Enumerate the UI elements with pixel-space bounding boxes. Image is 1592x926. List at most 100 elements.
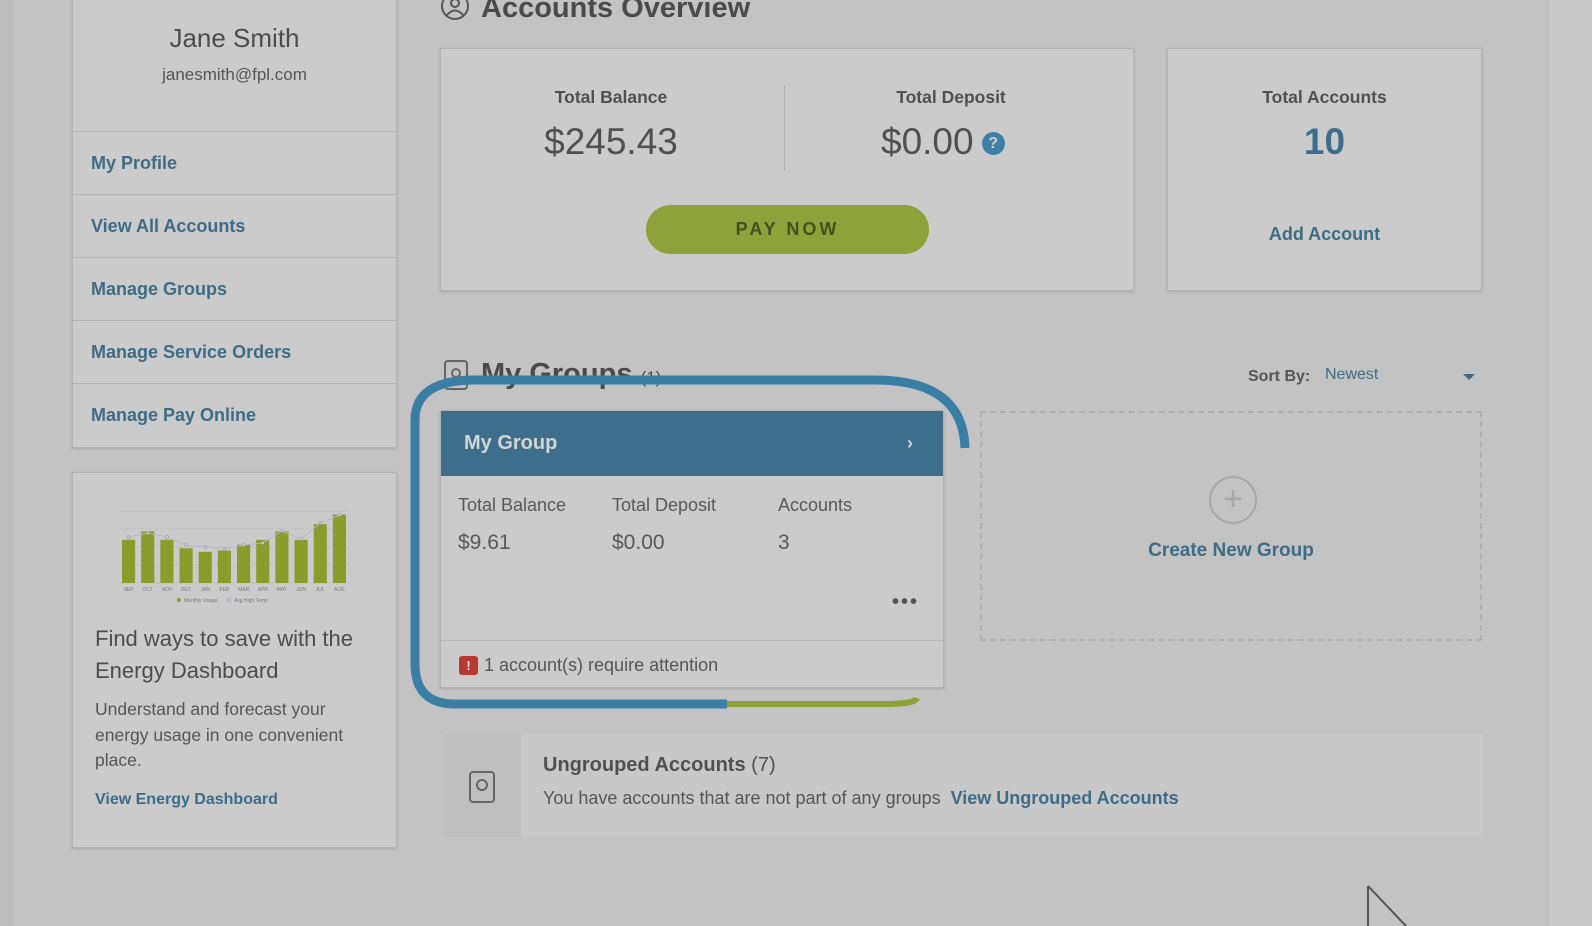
group-name: My Group: [464, 432, 558, 454]
total-balance-value: $245.43: [544, 121, 678, 162]
temp-point: [299, 537, 303, 541]
group-accounts-value: 3: [778, 531, 790, 554]
chevron-right-icon: ›: [907, 433, 913, 453]
temp-point: [222, 547, 227, 551]
ungrouped-description: You have accounts that are not part of a…: [543, 788, 1179, 808]
profile-name: Jane Smith: [169, 23, 300, 53]
month-label: JUL: [316, 587, 325, 593]
total-accounts-value: 10: [1303, 121, 1346, 162]
month-label: JAN: [201, 587, 211, 593]
location-pin-icon: [469, 771, 495, 803]
usage-bar: [275, 531, 289, 583]
total-balance-label: Total Balance: [554, 87, 668, 107]
scrollbar-track[interactable]: [1550, 0, 1592, 926]
temp-point: [337, 513, 342, 517]
usage-bar: [217, 550, 231, 583]
view-ungrouped-accounts-link[interactable]: View Ungrouped Accounts: [951, 788, 1179, 808]
plus-circle-icon: +: [1209, 476, 1257, 524]
page-title: Accounts Overview: [481, 0, 751, 24]
mouse-cursor-icon: [1367, 885, 1407, 926]
energy-dashboard-card: SEP OCT NOV DEC JAN FEB MAR APR MAY JUN JUL AUG Mont…: [72, 472, 397, 848]
nav-manage-service-orders[interactable]: Manage Service Orders: [73, 320, 396, 383]
group-card[interactable]: My Group › Total Balance $9.61 Total Depo…: [440, 410, 944, 688]
view-energy-dashboard-link[interactable]: View Energy Dashboard: [95, 791, 278, 809]
temp-point: [203, 545, 208, 549]
location-pin-icon: [444, 360, 468, 390]
divider: [784, 85, 785, 171]
total-deposit-label: Total Deposit: [896, 87, 1006, 107]
pay-now-button[interactable]: PAY NOW: [646, 205, 929, 254]
ungrouped-count: (7): [751, 754, 776, 776]
group-balance-label: Total Balance: [458, 495, 567, 515]
add-account-link[interactable]: Add Account: [1168, 224, 1481, 245]
total-accounts-card: Total Accounts 10 Add Account: [1167, 48, 1482, 291]
groups-count: (1): [640, 368, 662, 387]
alert-icon: !: [459, 656, 478, 675]
usage-bar: [122, 539, 136, 583]
sort-by-select[interactable]: Newest: [1325, 366, 1475, 390]
month-label: SEP: [124, 587, 135, 593]
usage-bar: [160, 539, 174, 583]
usage-bar: [179, 548, 193, 583]
create-new-group-link[interactable]: Create New Group: [982, 540, 1480, 562]
group-alert: ! 1 account(s) require attention: [441, 640, 943, 689]
temp-point: [184, 543, 188, 547]
temp-point: [126, 535, 131, 539]
balance-card: Total Balance $245.43 Total Deposit $0.0…: [440, 48, 1134, 291]
group-deposit-value: $0.00: [612, 531, 665, 554]
month-label: FEB: [220, 587, 230, 593]
temp-line: [128, 514, 340, 550]
profile-email: janesmith@fpl.com: [162, 65, 307, 84]
ungrouped-accounts-panel: Ungrouped Accounts (7) You have accounts…: [443, 734, 1483, 837]
temp-point: [260, 541, 265, 545]
temp-point: [280, 529, 284, 533]
energy-usage-chart: SEP OCT NOV DEC JAN FEB MAR APR MAY JUN JUL AUG Mont…: [119, 510, 349, 604]
energy-title: Find ways to save with the Energy Dashbo…: [95, 626, 354, 683]
usage-bar: [141, 531, 155, 583]
legend-usage-swatch: [177, 598, 181, 602]
group-accounts-label: Accounts: [778, 495, 853, 515]
ungrouped-icon-box: [443, 734, 521, 837]
month-label: OCT: [142, 587, 153, 593]
user-circle-icon: [441, 0, 469, 20]
chevron-down-icon: [1463, 374, 1475, 380]
nav-my-profile[interactable]: My Profile: [73, 131, 396, 194]
sort-by-label: Sort By:: [1248, 368, 1311, 385]
month-label: MAY: [277, 587, 288, 593]
nav-view-all-accounts[interactable]: View All Accounts: [73, 194, 396, 257]
usage-bar: [313, 524, 327, 583]
usage-bar: [256, 539, 270, 583]
help-icon[interactable]: ?: [981, 132, 1005, 155]
usage-bar: [237, 544, 251, 583]
total-accounts-label: Total Accounts: [1262, 87, 1387, 107]
month-label: DEC: [181, 587, 192, 593]
group-balance-value: $9.61: [458, 531, 511, 554]
energy-description: Understand and forecast your energy usag…: [95, 699, 344, 770]
legend-temp: Avg High Temp: [234, 598, 268, 604]
legend-usage: Monthly Usage: [184, 598, 218, 604]
group-deposit-label: Total Deposit: [612, 495, 717, 515]
ungrouped-title: Ungrouped Accounts (7): [543, 754, 776, 776]
temp-point: [165, 535, 169, 539]
usage-bar: [198, 551, 212, 583]
nav-manage-groups[interactable]: Manage Groups: [73, 257, 396, 320]
profile-card: Jane Smith janesmith@fpl.com My Profile …: [72, 0, 397, 448]
nav-manage-pay-online[interactable]: Manage Pay Online: [73, 383, 396, 446]
create-new-group-tile[interactable]: + Create New Group: [980, 411, 1482, 641]
my-groups-title: My Groups (1): [481, 358, 662, 390]
sort-by-value: Newest: [1325, 366, 1379, 383]
temp-point: [318, 521, 323, 525]
legend-temp-swatch: [227, 598, 231, 602]
total-deposit-value: $0.00: [881, 121, 974, 162]
usage-bar: [294, 539, 308, 583]
month-label: AUG: [334, 587, 345, 593]
usage-bar: [332, 514, 346, 583]
month-label: NOV: [161, 587, 173, 593]
more-options-icon[interactable]: •••: [892, 591, 919, 614]
month-label: MAR: [238, 587, 250, 593]
temp-point: [145, 531, 150, 535]
total-deposit-row: $0.00?: [861, 121, 1111, 163]
group-header[interactable]: My Group ›: [441, 411, 943, 476]
month-label: JUN: [296, 587, 306, 593]
temp-point: [241, 543, 246, 547]
